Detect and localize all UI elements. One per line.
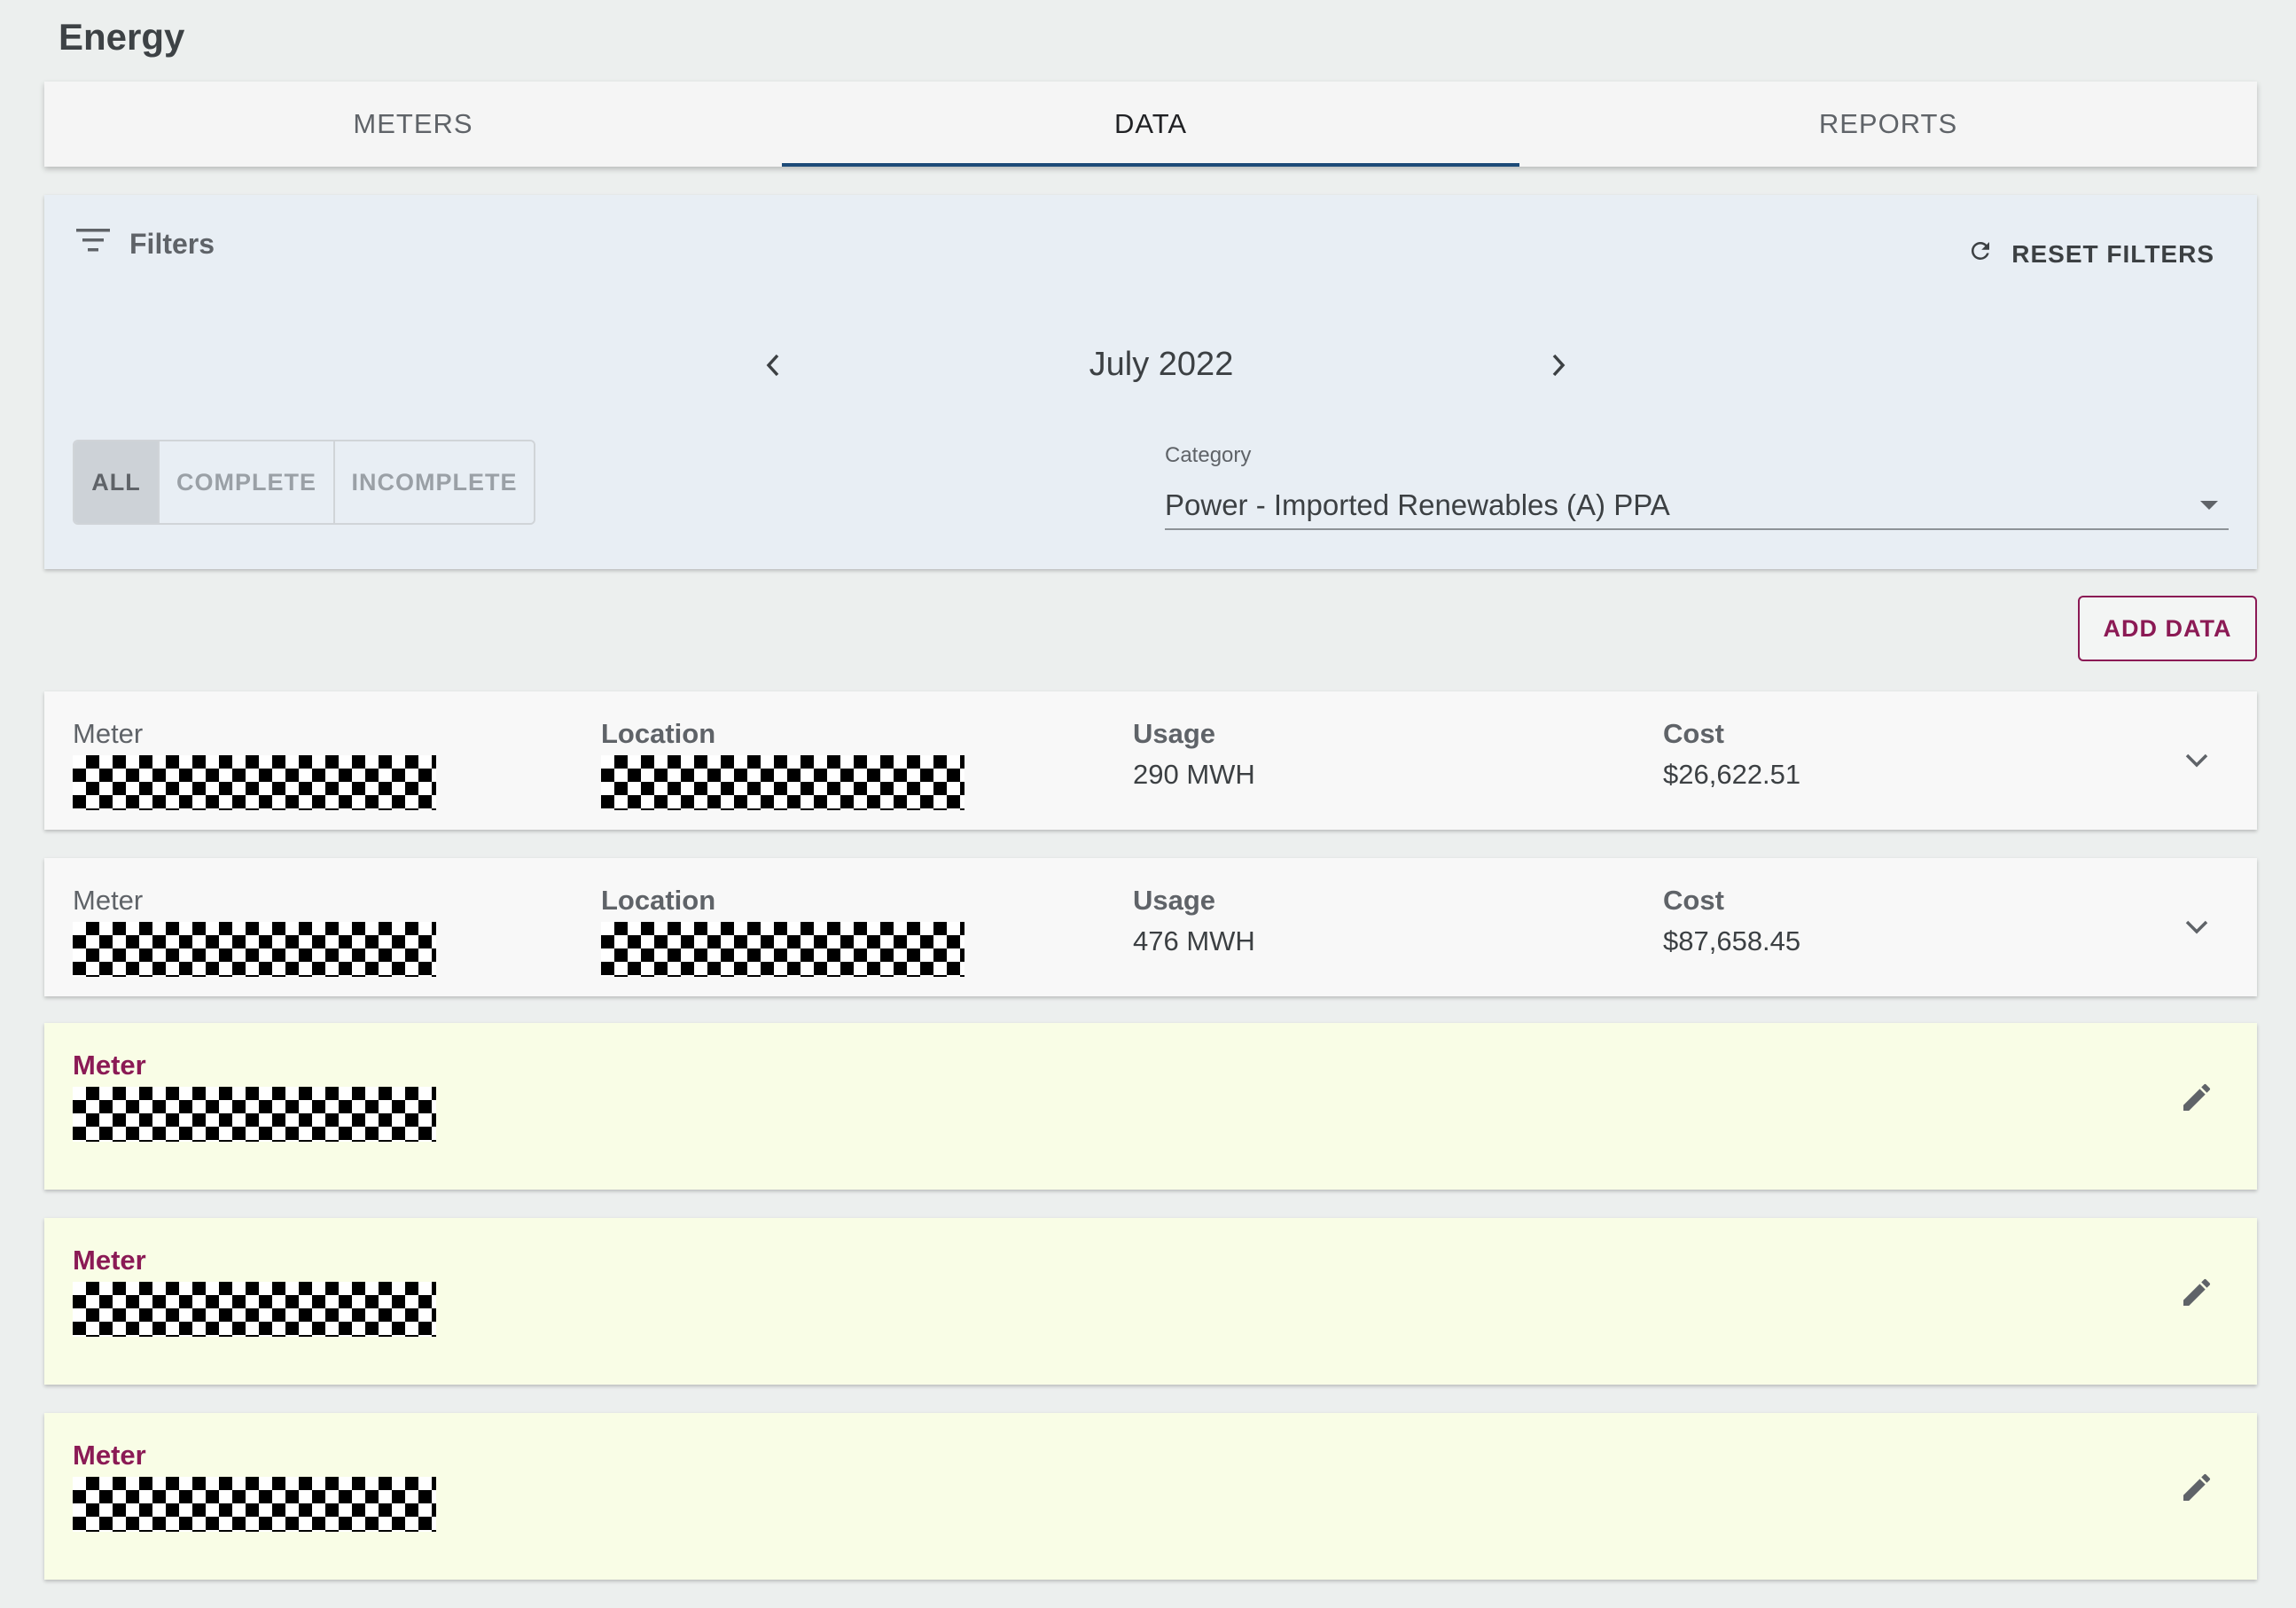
meter-field: Meter [73, 1245, 436, 1337]
month-label: July 2022 [1089, 346, 1234, 383]
redacted-meter-name [73, 755, 436, 810]
tab-bar: METERS DATA REPORTS [44, 82, 2257, 167]
cost-field: Cost $87,658.45 [1663, 885, 1800, 957]
category-label: Category [1165, 443, 1252, 467]
cost-value: $87,658.45 [1663, 925, 1801, 956]
meter-field: Meter [73, 1440, 436, 1532]
cost-label: Cost [1663, 885, 1724, 916]
data-row[interactable]: Meter Location Usage 290 MWH Cost $26,62… [44, 691, 2257, 830]
meter-label: Meter [73, 1440, 146, 1471]
category-value: Power - Imported Renewables (A) PPA [1165, 488, 1670, 521]
meter-label: Meter [73, 1245, 146, 1276]
add-data-button[interactable]: ADD DATA [2078, 596, 2257, 661]
redacted-location [601, 755, 964, 810]
refresh-icon [1967, 238, 1994, 270]
category-field: Category Power - Imported Renewables (A)… [1165, 443, 2229, 530]
month-navigator: July 2022 [718, 328, 1605, 417]
cost-field: Cost $26,622.51 [1663, 718, 1800, 791]
status-incomplete-button[interactable]: INCOMPLETE [335, 441, 534, 523]
meter-label: Meter [73, 1050, 146, 1081]
filters-header: Filters [76, 227, 215, 261]
meter-label: Meter [73, 718, 144, 749]
data-row[interactable]: Meter Location Usage 476 MWH Cost $87,65… [44, 858, 2257, 996]
chevron-right-icon[interactable] [1539, 346, 1578, 385]
meter-field: Meter [73, 1050, 436, 1142]
usage-label: Usage [1133, 885, 1216, 916]
usage-field: Usage 290 MWH [1133, 718, 1255, 791]
pencil-icon[interactable] [2172, 1463, 2222, 1512]
page-title: Energy [59, 16, 185, 58]
tab-data[interactable]: DATA [782, 82, 1519, 167]
tab-meters[interactable]: METERS [44, 82, 782, 167]
status-all-button[interactable]: ALL [74, 441, 160, 523]
cost-label: Cost [1663, 718, 1724, 749]
location-label: Location [601, 718, 716, 749]
incomplete-data-row: Meter [44, 1413, 2257, 1580]
usage-field: Usage 476 MWH [1133, 885, 1255, 957]
meter-label: Meter [73, 885, 144, 916]
chevron-down-icon[interactable] [2172, 736, 2222, 785]
incomplete-data-row: Meter [44, 1023, 2257, 1190]
meter-field: Meter [73, 885, 436, 977]
usage-value: 290 MWH [1133, 759, 1255, 790]
meter-field: Meter [73, 718, 436, 810]
filters-panel: Filters RESET FILTERS July 2022 ALL COMP… [44, 195, 2257, 569]
filters-title: Filters [129, 227, 215, 260]
status-complete-button[interactable]: COMPLETE [160, 441, 335, 523]
pencil-icon[interactable] [2172, 1073, 2222, 1122]
category-select[interactable]: Power - Imported Renewables (A) PPA [1165, 482, 2229, 530]
redacted-meter-name [73, 1477, 436, 1532]
usage-label: Usage [1133, 718, 1216, 749]
tab-reports[interactable]: REPORTS [1519, 82, 2257, 167]
status-toggle-group: ALL COMPLETE INCOMPLETE [73, 440, 535, 525]
reset-filters-button[interactable]: RESET FILTERS [1967, 238, 2214, 270]
filter-list-icon [76, 227, 110, 261]
reset-filters-label: RESET FILTERS [2011, 239, 2214, 268]
location-field: Location [601, 885, 964, 977]
redacted-meter-name [73, 1282, 436, 1337]
redacted-meter-name [73, 922, 436, 977]
chevron-down-icon[interactable] [2172, 902, 2222, 952]
caret-down-icon [2200, 501, 2218, 510]
location-label: Location [601, 885, 716, 916]
usage-value: 476 MWH [1133, 925, 1255, 956]
pencil-icon[interactable] [2172, 1268, 2222, 1317]
location-field: Location [601, 718, 964, 810]
redacted-meter-name [73, 1087, 436, 1142]
redacted-location [601, 922, 964, 977]
cost-value: $26,622.51 [1663, 759, 1801, 790]
incomplete-data-row: Meter [44, 1218, 2257, 1385]
